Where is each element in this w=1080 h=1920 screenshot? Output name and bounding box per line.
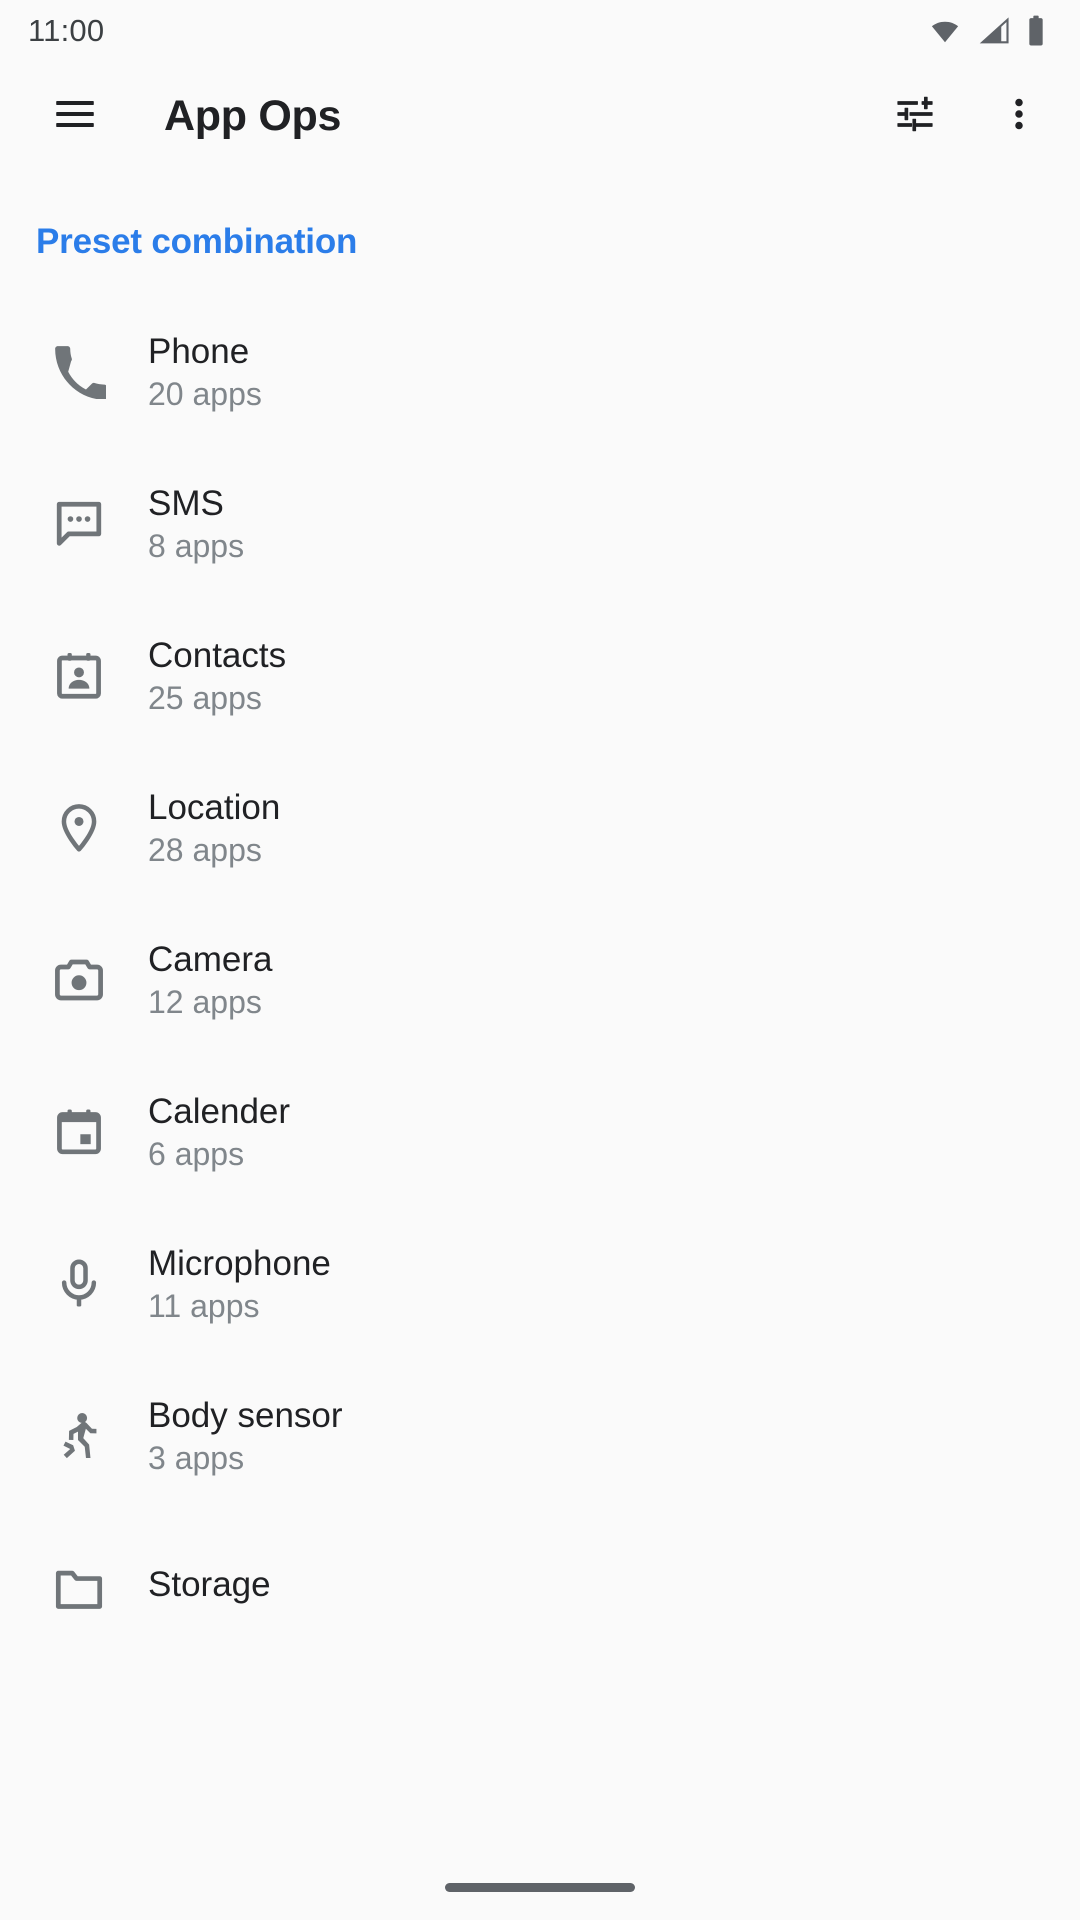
navigation-drawer-button[interactable] (36, 77, 114, 155)
overflow-menu-icon (999, 94, 1039, 139)
list-item-subtitle: 3 apps (148, 1439, 245, 1476)
body-sensor-icon (36, 1409, 122, 1463)
list-item-title: Storage (148, 1565, 271, 1605)
list-item-subtitle: 28 apps (148, 831, 262, 868)
preset-combination-row: Preset combination (0, 170, 1080, 262)
list-item-title: SMS (148, 483, 224, 523)
list-item[interactable]: Calender 6 apps (0, 1056, 1080, 1208)
list-item[interactable]: SMS 8 apps (0, 448, 1080, 600)
gesture-home-handle[interactable] (445, 1882, 635, 1892)
list-item-title: Phone (148, 331, 250, 371)
list-item-text: Body sensor 3 apps (148, 1397, 343, 1475)
status-icons (926, 15, 1046, 47)
list-item-text: Contacts 25 apps (148, 637, 286, 715)
list-item-text: Storage (148, 1566, 271, 1610)
list-item[interactable]: Contacts 25 apps (0, 600, 1080, 752)
cellular-signal-icon (978, 16, 1012, 46)
list-item-text: Calender 6 apps (148, 1093, 290, 1171)
list-item-title: Calender (148, 1091, 291, 1131)
list-item-subtitle: 12 apps (148, 983, 262, 1020)
gesture-navigation-bar (0, 1858, 1080, 1920)
list-item[interactable]: Storage (0, 1512, 1080, 1664)
list-item-title: Microphone (148, 1243, 331, 1283)
list-item-subtitle: 25 apps (148, 679, 262, 716)
list-item-subtitle: 8 apps (148, 527, 245, 564)
permission-op-list: Phone 20 apps SMS 8 apps Contacts 25 app… (0, 296, 1080, 1664)
filter-button[interactable] (876, 77, 954, 155)
list-item-title: Contacts (148, 635, 287, 675)
list-item[interactable]: Phone 20 apps (0, 296, 1080, 448)
list-item-text: Microphone 11 apps (148, 1245, 331, 1323)
calendar-icon (36, 1105, 122, 1159)
list-item-subtitle: 11 apps (148, 1287, 260, 1324)
list-item-subtitle: 20 apps (148, 375, 262, 412)
preset-combination-link[interactable]: Preset combination (36, 222, 357, 262)
list-item[interactable]: Microphone 11 apps (0, 1208, 1080, 1360)
folder-icon (36, 1561, 122, 1615)
list-item-title: Camera (148, 939, 273, 979)
contacts-icon (36, 649, 122, 703)
phone-icon (36, 345, 122, 399)
list-item-title: Body sensor (148, 1395, 343, 1435)
status-bar: 11:00 (0, 0, 1080, 62)
app-bar-actions (876, 77, 1058, 155)
list-item-subtitle: 6 apps (148, 1135, 245, 1172)
status-clock: 11:00 (28, 13, 105, 48)
battery-icon (1026, 15, 1046, 47)
wifi-icon (926, 16, 964, 46)
overflow-menu-button[interactable] (980, 77, 1058, 155)
tune-filter-icon (893, 92, 937, 141)
list-item-text: Phone 20 apps (148, 333, 262, 411)
list-item-text: Camera 12 apps (148, 941, 272, 1019)
location-pin-icon (36, 801, 122, 855)
page-title: App Ops (164, 91, 342, 140)
list-item-text: Location 28 apps (148, 789, 280, 867)
list-item[interactable]: Location 28 apps (0, 752, 1080, 904)
app-bar: App Ops (0, 62, 1080, 170)
hamburger-menu-icon (52, 91, 98, 142)
list-item-text: SMS 8 apps (148, 485, 244, 563)
microphone-icon (36, 1257, 122, 1311)
camera-icon (36, 953, 122, 1007)
list-item[interactable]: Body sensor 3 apps (0, 1360, 1080, 1512)
list-item[interactable]: Camera 12 apps (0, 904, 1080, 1056)
list-item-title: Location (148, 787, 281, 827)
sms-icon (36, 497, 122, 551)
